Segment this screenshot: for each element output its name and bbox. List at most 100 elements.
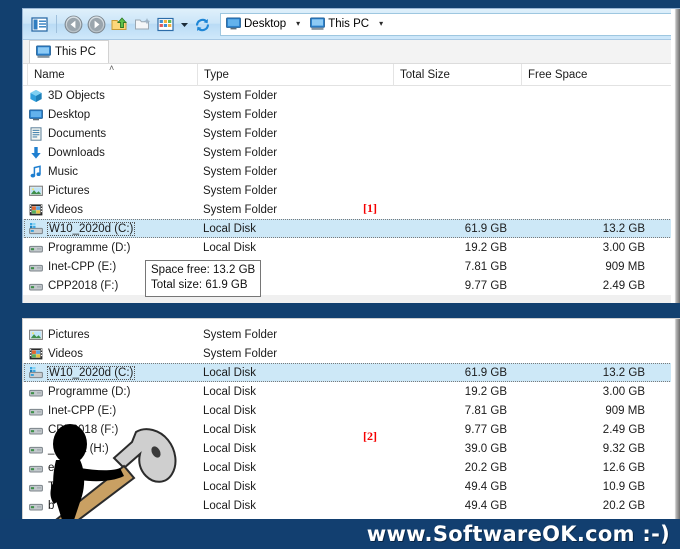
- cell-total-size: 61.9 GB: [464, 222, 507, 235]
- file-name-label: W10_2020d (C:): [47, 365, 136, 380]
- table-row[interactable]: Downloads System Folder: [23, 143, 680, 162]
- cell-free-space: [521, 181, 645, 200]
- file-name-label: Downloads: [48, 146, 105, 159]
- table-row[interactable]: Inet-CPP (E:)Local Disk7.81 GB909 MB: [23, 257, 680, 276]
- cell-name: Pictures: [29, 181, 90, 200]
- cell-free-space: [521, 105, 645, 124]
- file-name-label: Videos: [48, 347, 83, 360]
- cell-total-size: [393, 344, 507, 363]
- cell-type: System Folder: [203, 328, 278, 341]
- table-row[interactable]: Pictures System Folder: [23, 325, 680, 344]
- drive-icon: [29, 283, 43, 290]
- cell-type: System Folder: [203, 347, 278, 360]
- cell-name: Downloads: [29, 143, 105, 162]
- cell-type: Local Disk: [203, 442, 257, 455]
- footer-banner: www.SoftwareOK.com :-): [0, 519, 680, 549]
- file-list-top: 3D Objects System Folder Desktop System Fol…: [23, 86, 680, 295]
- drive-icon: [29, 245, 43, 252]
- cell-name: Documents: [29, 124, 106, 143]
- table-row[interactable]: Programme (D:) Local Disk 19.2 GB 3.00 GB: [23, 382, 680, 401]
- refresh-button[interactable]: [192, 14, 213, 35]
- this-pc-icon: [310, 17, 326, 30]
- column-header-name[interactable]: Name: [27, 64, 197, 86]
- views-button[interactable]: [155, 14, 176, 35]
- drive-icon: [29, 389, 43, 396]
- table-row[interactable]: Documents System Folder: [23, 124, 680, 143]
- cell-name: 3D Objects: [29, 86, 105, 105]
- cell-total-size: 19.2 GB: [464, 241, 507, 254]
- forward-button[interactable]: [86, 14, 107, 35]
- cell-name: Programme (D:): [29, 382, 130, 401]
- cell-total-size: 61.9 GB: [464, 366, 507, 379]
- file-name-label: Inet-CPP (E:): [48, 404, 117, 417]
- column-header-total-size[interactable]: Total Size: [393, 64, 521, 86]
- table-row[interactable]: Videos System Folder: [23, 200, 680, 219]
- table-row[interactable]: Music System Folder: [23, 162, 680, 181]
- file-name-label: Documents: [48, 127, 107, 140]
- breadcrumb-chevron-0[interactable]: ▾: [291, 20, 305, 28]
- cell-type: System Folder: [203, 184, 278, 197]
- table-row[interactable]: Programme (D:) Local Disk 19.2 GB 3.00 GB: [23, 238, 680, 257]
- cell-type: System Folder: [203, 165, 278, 178]
- table-row[interactable]: Desktop System Folder: [23, 105, 680, 124]
- cell-free-space: [521, 344, 645, 363]
- breadcrumb-item-this-pc[interactable]: This PC: [307, 14, 372, 35]
- cell-type: System Folder: [203, 203, 278, 216]
- cell-type: Local Disk: [203, 499, 257, 512]
- cell-free-space: 3.00 GB: [602, 385, 645, 398]
- views-dropdown-icon[interactable]: [178, 14, 190, 35]
- file-name-label: Programme (D:): [48, 385, 131, 398]
- file-name-label: Pictures: [48, 184, 90, 197]
- cell-total-size: [393, 181, 507, 200]
- scrollbar-bottom[interactable]: [671, 319, 680, 519]
- cell-type: System Folder: [203, 146, 278, 159]
- file-name-label: Videos: [48, 203, 83, 216]
- drive-tooltip: Space free: 13.2 GB Total size: 61.9 GB: [145, 260, 262, 297]
- cell-type: Local Disk: [203, 385, 257, 398]
- 3d-objects-icon: [30, 89, 42, 102]
- table-row[interactable]: 3D Objects System Folder: [23, 86, 680, 105]
- column-header-type[interactable]: Type: [197, 64, 393, 86]
- cell-type: Local Disk: [203, 404, 257, 417]
- new-folder-button[interactable]: [132, 14, 153, 35]
- breadcrumb-label-this-pc: This PC: [328, 18, 370, 30]
- explorer-window-top: Desktop ▾ This PC ▾ This PC ˄ Name Type …: [22, 8, 680, 303]
- cell-total-size: 20.2 GB: [464, 461, 507, 474]
- breadcrumb[interactable]: Desktop ▾ This PC ▾: [220, 12, 680, 36]
- cell-name: Videos: [29, 344, 83, 363]
- table-row-selected[interactable]: W10_2020d (C:) Local Disk 61.9 GB 13.2 GB: [23, 219, 680, 238]
- table-row[interactable]: Inet-CPP (E:)Local Disk7.81 GB909 MB: [23, 401, 680, 420]
- tooltip-line-space-free: Space free: 13.2 GB: [151, 264, 256, 276]
- back-button[interactable]: [63, 14, 84, 35]
- cell-name: Inet-CPP (E:): [29, 257, 116, 276]
- cell-free-space: [521, 162, 645, 181]
- cell-free-space: 13.2 GB: [602, 222, 645, 235]
- cell-type: Local Disk: [203, 480, 257, 493]
- up-one-level-button[interactable]: [109, 14, 130, 35]
- table-row[interactable]: CPP2018 (F:)Local Disk9.77 GB2.49 GB: [23, 276, 680, 295]
- annotation-marker-1: [1]: [363, 201, 377, 215]
- system-drive-icon: [29, 222, 43, 234]
- table-row-selected[interactable]: W10_2020d (C:) Local Disk 61.9 GB 13.2 GB: [23, 363, 680, 382]
- cell-total-size: [393, 86, 507, 105]
- pictures-icon: [29, 329, 43, 340]
- column-header-free-space[interactable]: Free Space: [521, 64, 659, 86]
- annotation-marker-2: [2]: [363, 429, 377, 443]
- table-row[interactable]: Videos System Folder: [23, 344, 680, 363]
- breadcrumb-chevron-1[interactable]: ▾: [374, 20, 388, 28]
- drive-icon: [29, 264, 43, 271]
- scrollbar-top[interactable]: [671, 9, 680, 303]
- tab-this-pc[interactable]: This PC: [29, 40, 109, 63]
- cell-type: Local Disk: [203, 423, 257, 436]
- cell-free-space: 2.49 GB: [602, 279, 645, 292]
- table-row[interactable]: Pictures System Folder: [23, 181, 680, 200]
- music-icon: [30, 164, 41, 177]
- cell-type: System Folder: [203, 127, 278, 140]
- cell-name: Pictures: [29, 325, 90, 344]
- breadcrumb-item-desktop[interactable]: Desktop: [223, 14, 289, 35]
- cell-total-size: [393, 162, 507, 181]
- downloads-icon: [31, 146, 41, 159]
- cell-name: W10_2020d (C:): [29, 219, 136, 238]
- cell-total-size: 7.81 GB: [464, 404, 507, 417]
- menu-list-icon[interactable]: [29, 14, 50, 35]
